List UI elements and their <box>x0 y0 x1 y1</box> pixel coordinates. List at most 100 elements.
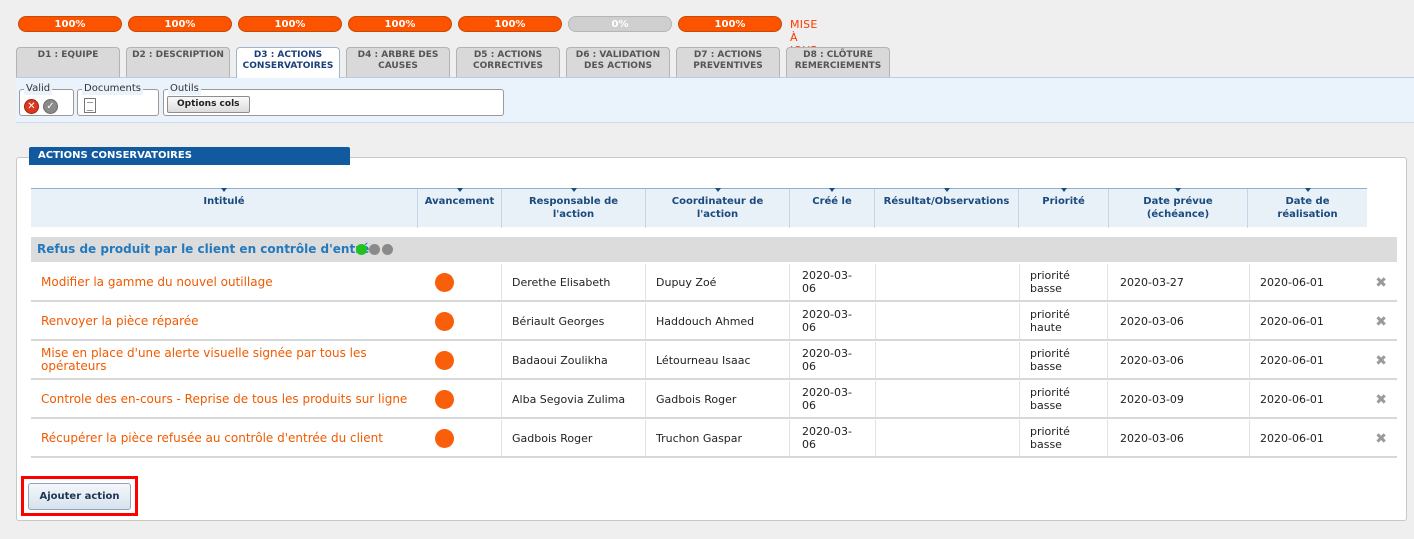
col-label-2: réalisation <box>1277 209 1338 220</box>
valid-group: Valid ✕ ✓ <box>19 83 74 116</box>
priority-cell: priorité basse <box>1019 381 1107 417</box>
col-label: Date prévue <box>1143 196 1213 207</box>
tab-d4[interactable]: D4 : ARBRE DES CAUSES <box>346 47 450 77</box>
delete-icon[interactable]: ✖ <box>1375 392 1387 408</box>
delete-icon[interactable]: ✖ <box>1375 275 1387 291</box>
col-priorite[interactable]: Priorité <box>1019 188 1109 228</box>
col-cree-le[interactable]: Créé le <box>790 188 875 228</box>
toolbar: Valid ✕ ✓ Documents Outils Options cols <box>16 77 1414 123</box>
tab-label: D8 : CLÔTURE <box>803 50 873 60</box>
priority-line: priorité <box>1030 386 1070 399</box>
tab-label-2: CAUSES <box>378 61 418 71</box>
done-date-cell: 2020-06-01 <box>1249 264 1365 300</box>
progress-cell <box>417 303 501 339</box>
responsable-cell: Alba Segovia Zulima <box>501 381 645 417</box>
table-row[interactable]: Modifier la gamme du nouvel outillage Der… <box>31 264 1397 302</box>
progress-pill-d3: 100% <box>238 16 342 32</box>
col-coordinateur[interactable]: Coordinateur de l'action <box>646 188 790 228</box>
created-date-line-2: 06 <box>802 438 816 451</box>
result-cell <box>875 264 1019 300</box>
tab-label: D4 : ARBRE DES <box>357 50 439 60</box>
priority-line: priorité <box>1030 347 1070 360</box>
action-title[interactable]: Modifier la gamme du nouvel outillage <box>41 264 413 300</box>
group-label: Refus de produit par le client en contrô… <box>37 242 378 256</box>
tab-d5[interactable]: D5 : ACTIONS CORRECTIVES <box>456 47 560 77</box>
priority-cell: priorité basse <box>1019 264 1107 300</box>
due-date-cell: 2020-03-06 <box>1107 420 1249 456</box>
document-icon[interactable] <box>84 98 96 113</box>
col-responsable[interactable]: Responsable de l'action <box>502 188 646 228</box>
table-row[interactable]: Récupérer la pièce refusée au contrôle d… <box>31 420 1397 458</box>
tab-label: D3 : ACTIONS <box>253 50 323 60</box>
group-row[interactable]: Refus de produit par le client en contrô… <box>31 237 1397 262</box>
priority-line-2: basse <box>1030 399 1062 412</box>
result-cell <box>875 420 1019 456</box>
options-cols-button[interactable]: Options cols <box>167 96 250 113</box>
progress-cell <box>417 420 501 456</box>
col-label: Avancement <box>424 196 495 207</box>
tab-d3[interactable]: D3 : ACTIONS CONSERVATOIRES <box>236 47 340 78</box>
coordinateur-cell: Létourneau Isaac <box>645 342 789 378</box>
col-intitule[interactable]: Intitulé <box>31 188 418 228</box>
tab-label-2: CORRECTIVES <box>473 61 543 71</box>
col-date-realisation[interactable]: Date de réalisation <box>1248 188 1367 228</box>
col-resultat[interactable]: Résultat/Observations <box>875 188 1019 228</box>
tab-label: D5 : ACTIONS <box>473 50 543 60</box>
created-date-line-2: 06 <box>802 399 816 412</box>
delete-icon[interactable]: ✖ <box>1375 431 1387 447</box>
action-title[interactable]: Mise en place d'une alerte visuelle sign… <box>41 342 413 378</box>
col-date-prevue[interactable]: Date prévue (échéance) <box>1109 188 1248 228</box>
tab-d8[interactable]: D8 : CLÔTURE REMERCIEMENTS <box>786 47 890 77</box>
created-cell: 2020-03- 06 <box>789 264 875 300</box>
created-date-line: 2020-03- <box>802 386 852 399</box>
progress-pill-d2: 100% <box>128 16 232 32</box>
tab-d7[interactable]: D7 : ACTIONS PREVENTIVES <box>676 47 780 77</box>
table-row[interactable]: Renvoyer la pièce réparée Bériault George… <box>31 303 1397 341</box>
tab-label: D6 : VALIDATION <box>575 50 661 60</box>
priority-cell: priorité haute <box>1019 303 1107 339</box>
result-cell <box>875 303 1019 339</box>
tab-d1[interactable]: D1 : EQUIPE <box>16 47 120 77</box>
due-date-cell: 2020-03-06 <box>1107 303 1249 339</box>
table-row[interactable]: Mise en place d'une alerte visuelle sign… <box>31 342 1397 380</box>
status-dot-grey <box>369 244 380 255</box>
priority-line: priorité <box>1030 308 1070 321</box>
tab-d6[interactable]: D6 : VALIDATION DES ACTIONS <box>566 47 670 77</box>
responsable-cell: Badaoui Zoulikha <box>501 342 645 378</box>
section-title: ACTIONS CONSERVATOIRES <box>29 147 350 165</box>
tab-label: D2 : DESCRIPTION <box>132 50 224 60</box>
action-title-line-2: opérateurs <box>41 359 107 373</box>
tab-label-2: CONSERVATOIRES <box>242 61 334 71</box>
progress-cell <box>417 381 501 417</box>
progress-cell <box>417 342 501 378</box>
documents-legend: Documents <box>82 83 144 95</box>
delete-icon[interactable]: ✖ <box>1375 353 1387 369</box>
delete-icon[interactable]: ✖ <box>1375 314 1387 330</box>
tab-d2[interactable]: D2 : DESCRIPTION <box>126 47 230 77</box>
action-title[interactable]: Controle des en-cours - Reprise de tous … <box>41 381 413 417</box>
progress-pill-d4: 100% <box>348 16 452 32</box>
priority-line: priorité <box>1030 425 1070 438</box>
col-label-2: l'action <box>696 209 739 220</box>
progress-pill-d5: 100% <box>458 16 562 32</box>
priority-line: priorité <box>1030 269 1070 282</box>
col-avancement[interactable]: Avancement <box>418 188 502 228</box>
done-date-cell: 2020-06-01 <box>1249 381 1365 417</box>
priority-cell: priorité basse <box>1019 420 1107 456</box>
tab-label: D1 : EQUIPE <box>37 50 99 60</box>
check-icon[interactable]: ✓ <box>43 99 58 114</box>
documents-group: Documents <box>77 83 159 116</box>
outils-legend: Outils <box>168 83 201 95</box>
created-date-line-2: 06 <box>802 321 816 334</box>
progress-cell <box>417 264 501 300</box>
tab-label: D7 : ACTIONS <box>693 50 763 60</box>
table-row[interactable]: Controle des en-cours - Reprise de tous … <box>31 381 1397 419</box>
action-title[interactable]: Renvoyer la pièce réparée <box>41 303 413 339</box>
created-date-line: 2020-03- <box>802 425 852 438</box>
action-title[interactable]: Récupérer la pièce refusée au contrôle d… <box>41 420 413 456</box>
priority-line-2: basse <box>1030 438 1062 451</box>
status-dot <box>435 311 454 331</box>
tab-label-2: PREVENTIVES <box>693 61 763 71</box>
cancel-icon[interactable]: ✕ <box>24 99 39 114</box>
action-title-line: Renvoyer la pièce réparée <box>41 313 199 328</box>
